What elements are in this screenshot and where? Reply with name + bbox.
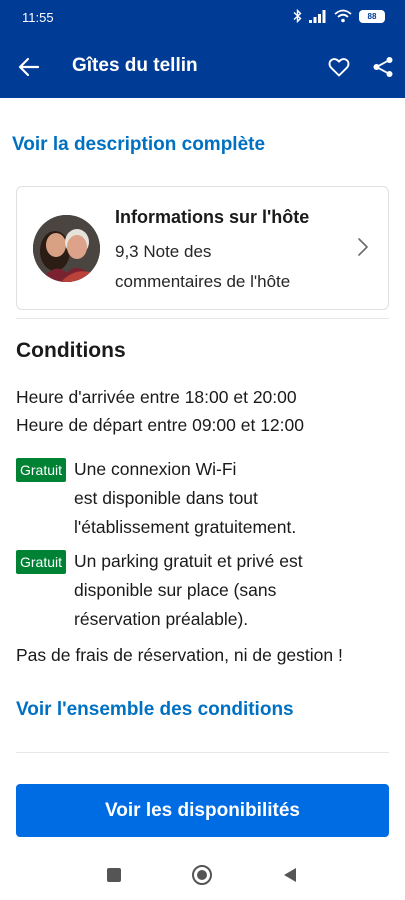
- host-info-card[interactable]: Informations sur l'hôte 9,3 Note des com…: [16, 186, 389, 310]
- chevron-right-icon: [358, 238, 368, 256]
- back-arrow-icon[interactable]: [16, 54, 42, 80]
- free-badge: Gratuit: [16, 458, 67, 482]
- battery-level: 88: [367, 11, 377, 21]
- nav-back-icon[interactable]: [279, 864, 301, 886]
- amenity-parking: Gratuit Un parking gratuit et privé est …: [16, 547, 364, 634]
- system-nav-bar: [0, 848, 405, 900]
- amenity-line: l'établissement gratuitement.: [74, 517, 297, 537]
- page-title: Gîtes du tellin: [72, 55, 198, 76]
- heart-icon[interactable]: [327, 55, 351, 79]
- host-info-title: Informations sur l'hôte: [115, 207, 310, 227]
- amenity-text: Un parking gratuit et privé est disponib…: [74, 547, 364, 634]
- section-divider: [16, 318, 389, 319]
- status-icons: 88: [293, 9, 385, 23]
- checkin-hours: Heure d'arrivée entre 18:00 et 20:00: [16, 387, 297, 407]
- share-icon[interactable]: [371, 55, 395, 79]
- battery-icon: 88: [359, 9, 385, 23]
- section-divider: [16, 752, 389, 753]
- checkout-hours: Heure de départ entre 09:00 et 12:00: [16, 415, 304, 435]
- conditions-title: Conditions: [16, 339, 126, 362]
- see-availability-label: Voir les disponibilités: [105, 799, 300, 821]
- host-rating-line-1: 9,3 Note des: [115, 242, 212, 261]
- amenity-line: réservation préalable).: [74, 609, 249, 629]
- see-availability-button[interactable]: Voir les disponibilités: [16, 784, 389, 837]
- all-conditions-link[interactable]: Voir l'ensemble des conditions: [16, 699, 294, 721]
- nav-home-icon[interactable]: [191, 864, 213, 886]
- amenity-line: disponible sur place (sans: [74, 580, 277, 600]
- signal-icon: [309, 9, 326, 23]
- amenity-line: Une connexion Wi-Fi: [74, 459, 237, 479]
- host-rating-line-2: commentaires de l'hôte: [115, 272, 291, 291]
- amenity-wifi: Gratuit Une connexion Wi-Fi est disponib…: [16, 455, 364, 542]
- full-description-link[interactable]: Voir la description complète: [12, 134, 265, 156]
- wifi-icon: [334, 9, 352, 23]
- status-bar: 11:55 88: [0, 0, 405, 36]
- free-badge: Gratuit: [16, 550, 67, 574]
- app-bar: Gîtes du tellin: [0, 36, 405, 98]
- host-rating: 9,3 Note des commentaires de l'hôte: [115, 237, 345, 297]
- amenity-text: Une connexion Wi-Fi est disponible dans …: [74, 455, 364, 542]
- host-avatar: [33, 215, 100, 282]
- fees-note: Pas de frais de réservation, ni de gesti…: [16, 645, 343, 665]
- status-time: 11:55: [22, 10, 54, 25]
- bluetooth-icon: [293, 9, 302, 23]
- amenity-line: Un parking gratuit et privé est: [74, 551, 303, 571]
- amenity-line: est disponible dans tout: [74, 488, 258, 508]
- nav-recents-icon[interactable]: [103, 864, 125, 886]
